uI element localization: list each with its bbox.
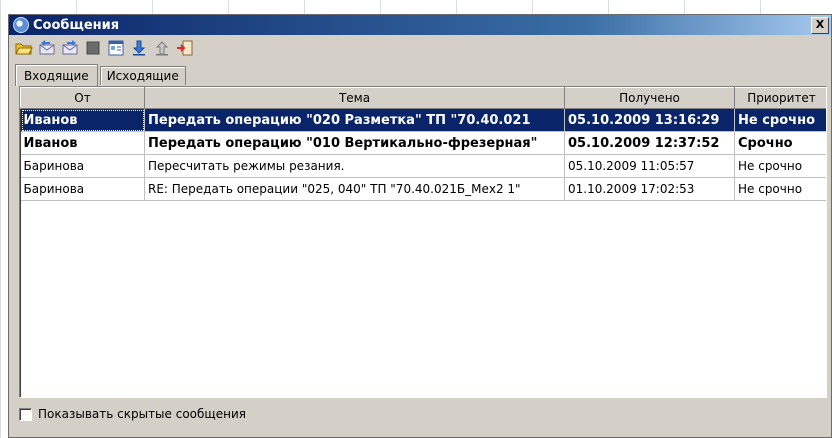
footer: Показывать скрытые сообщения <box>19 407 246 421</box>
stop-icon[interactable] <box>84 39 102 57</box>
properties-icon[interactable] <box>107 39 125 57</box>
table-row[interactable]: Иванов Передать операцию "020 Разметка" … <box>20 108 826 132</box>
messages-list-panel[interactable]: От Тема Получено Приоритет Иванов Переда… <box>19 86 827 398</box>
table-row[interactable]: Иванов Передать операцию "010 Вертикальн… <box>20 131 826 155</box>
arrow-down-icon[interactable] <box>130 39 148 57</box>
cell-priority: Не срочно <box>734 108 826 132</box>
open-folder-icon[interactable] <box>15 39 33 57</box>
app-icon <box>13 17 29 33</box>
cell-received: 05.10.2009 11:05:57 <box>564 154 735 178</box>
column-header-subject[interactable]: Тема <box>144 87 565 109</box>
cell-priority: Не срочно <box>734 177 826 201</box>
window-title: Сообщения <box>33 17 120 33</box>
table-row[interactable]: Баринова RE: Передать операции "025, 040… <box>20 177 826 201</box>
show-hidden-checkbox[interactable] <box>19 407 32 421</box>
column-header-priority[interactable]: Приоритет <box>734 87 826 109</box>
cell-received: 05.10.2009 12:37:52 <box>564 131 735 155</box>
column-header-received[interactable]: Получено <box>564 87 735 109</box>
cell-received: 05.10.2009 13:16:29 <box>564 108 735 132</box>
cell-from: Баринова <box>20 177 145 201</box>
forward-icon[interactable] <box>61 39 79 57</box>
tab-outbox[interactable]: Исходящие <box>99 66 186 85</box>
table-header-row: От Тема Получено Приоритет <box>20 87 826 109</box>
exit-icon[interactable] <box>176 39 194 57</box>
messages-table: От Тема Получено Приоритет Иванов Переда… <box>20 87 826 201</box>
reply-icon[interactable] <box>38 39 56 57</box>
table-row[interactable]: Баринова Пересчитать режимы резания. 05.… <box>20 154 826 178</box>
cell-priority: Не срочно <box>734 154 826 178</box>
arrow-up-icon[interactable] <box>153 39 171 57</box>
cell-subject: Передать операцию "010 Вертикально-фрезе… <box>144 131 565 155</box>
cell-subject: RE: Передать операции "025, 040" ТП "70.… <box>144 177 565 201</box>
close-button[interactable]: X <box>811 17 829 34</box>
cell-priority: Срочно <box>734 131 826 155</box>
tab-inbox[interactable]: Входящие <box>15 64 98 86</box>
tab-strip: Входящие Исходящие <box>9 61 831 86</box>
column-header-from[interactable]: От <box>20 87 145 109</box>
cell-from: Иванов <box>20 131 145 155</box>
cell-subject: Пересчитать режимы резания. <box>144 154 565 178</box>
title-bar[interactable]: Сообщения X <box>9 15 831 35</box>
show-hidden-label[interactable]: Показывать скрытые сообщения <box>38 407 246 421</box>
cell-subject: Передать операцию "020 Разметка" ТП "70.… <box>144 108 565 132</box>
messages-window: Сообщения X Входящие Исходящие От Тема П… <box>8 14 832 438</box>
toolbar <box>9 35 831 61</box>
cell-received: 01.10.2009 17:02:53 <box>564 177 735 201</box>
cell-from: Иванов <box>20 108 145 132</box>
cell-from: Баринова <box>20 154 145 178</box>
